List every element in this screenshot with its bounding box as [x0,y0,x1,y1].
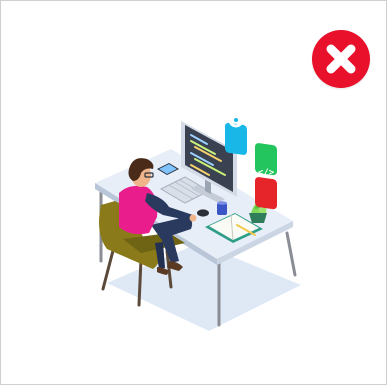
code-tag-icon: </> [258,168,275,178]
dialog-panel: {} </> [0,0,387,385]
close-button[interactable] [312,30,370,88]
tag-badge: </> [255,168,277,210]
developer-illustration: {} </> [95,112,301,331]
code-braces-icon: {} [259,130,273,144]
gear-badge [225,112,247,155]
mug [217,201,227,215]
mouse [197,209,209,217]
close-x-icon [326,44,356,74]
